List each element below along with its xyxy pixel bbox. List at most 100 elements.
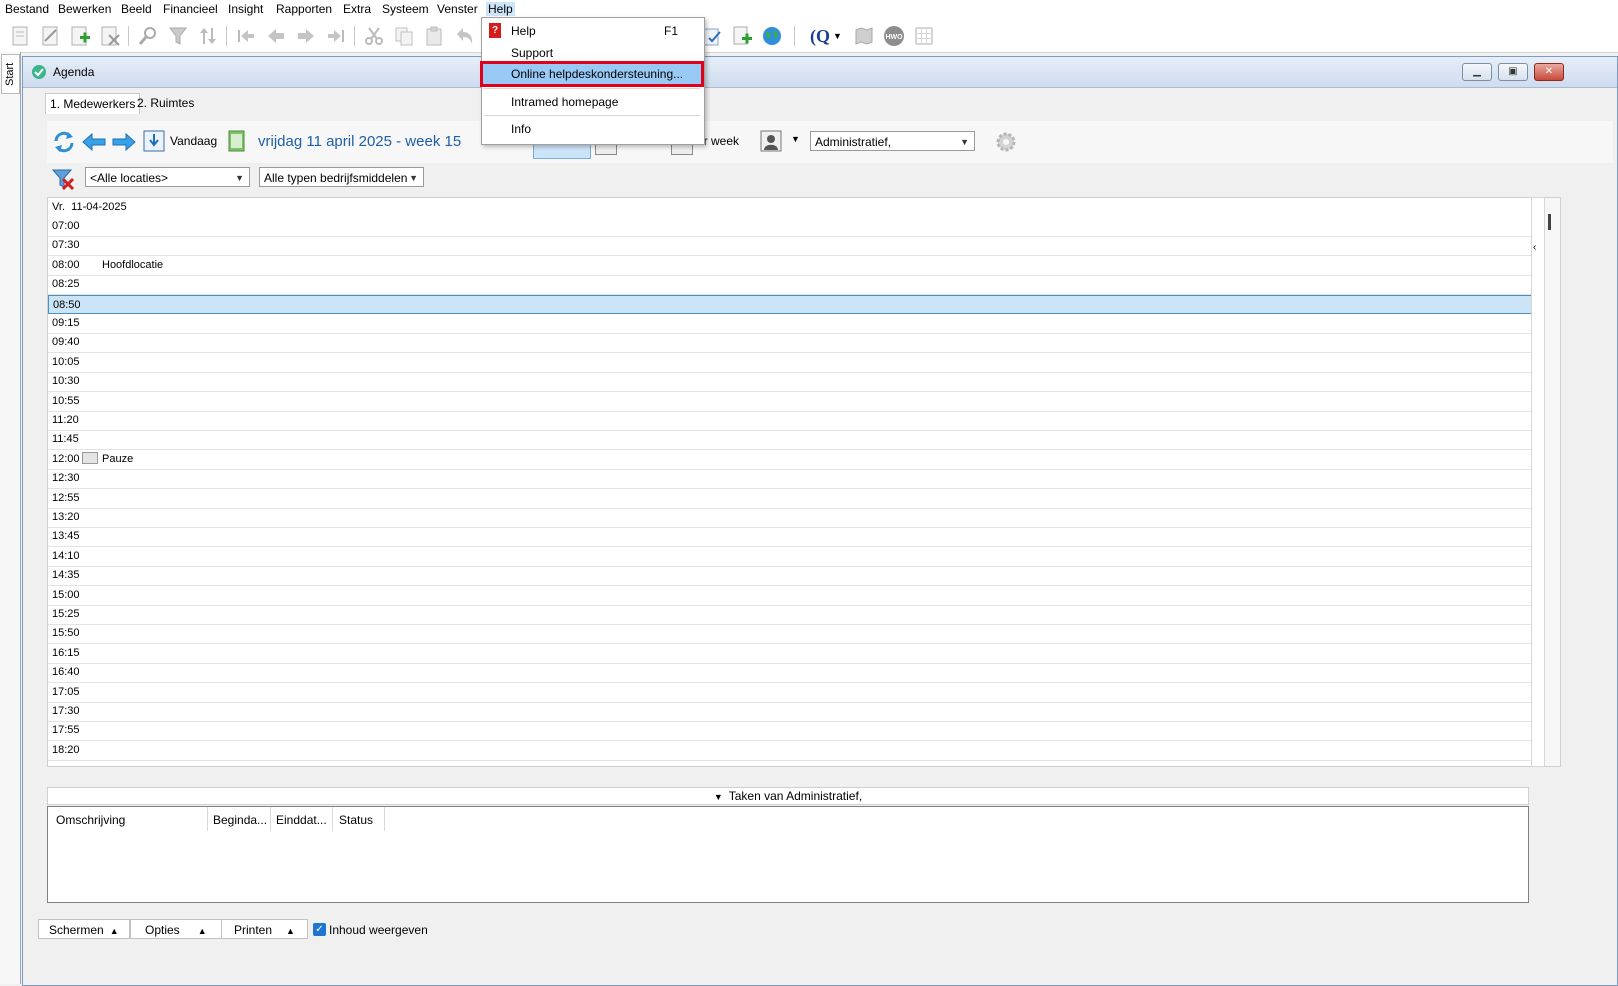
options-button[interactable]: Opties ▲ bbox=[130, 919, 222, 939]
time-slot[interactable]: 10:30 bbox=[48, 372, 1534, 393]
time-slot[interactable]: 14:35 bbox=[48, 566, 1534, 587]
collapse-panel-icon[interactable]: ‹ bbox=[1531, 197, 1545, 767]
grid-icon[interactable] bbox=[912, 24, 936, 48]
time-slot[interactable]: 07:30 bbox=[48, 236, 1534, 257]
show-content-label[interactable]: Inhoud weergeven bbox=[329, 923, 428, 937]
time-slot[interactable]: 16:40 bbox=[48, 663, 1534, 684]
print-button[interactable]: Printen ▲ bbox=[221, 919, 308, 939]
time-slot[interactable]: 09:15 bbox=[48, 314, 1534, 334]
time-slot[interactable]: 17:05 bbox=[48, 683, 1534, 703]
menu-bestand[interactable]: Bestand bbox=[3, 2, 51, 16]
agenda-grid[interactable]: Vr. 11-04-2025 07:00 07:30 08:00 Hoofdlocat… bbox=[47, 197, 1561, 767]
chevron-down-icon: ▼ bbox=[960, 137, 969, 147]
time-slot[interactable]: 11:20 bbox=[48, 411, 1534, 431]
column-header-begindatum[interactable]: Beginda... bbox=[213, 813, 267, 827]
menu-insight[interactable]: Insight bbox=[226, 2, 265, 16]
time-slot[interactable]: 10:55 bbox=[48, 392, 1534, 412]
minimize-button[interactable]: ▁ bbox=[1462, 63, 1492, 81]
time-slot[interactable]: 08:00 Hoofdlocatie bbox=[48, 256, 1534, 276]
slot-time: 14:10 bbox=[52, 549, 80, 562]
tasks-panel-header[interactable]: ▼ Taken van Administratief, bbox=[47, 787, 1529, 805]
time-slot[interactable]: 12:55 bbox=[48, 489, 1534, 509]
time-slot[interactable]: 12:00 Pauze bbox=[48, 450, 1534, 470]
time-slot[interactable]: 09:40 bbox=[48, 333, 1534, 354]
time-slot[interactable]: 13:45 bbox=[48, 527, 1534, 548]
column-header-status[interactable]: Status bbox=[339, 813, 373, 827]
staff-select[interactable]: Administratief, ▼ bbox=[810, 131, 975, 151]
menu-item-help[interactable]: ? Help F1 bbox=[482, 20, 702, 42]
menu-bewerken[interactable]: Bewerken bbox=[56, 2, 113, 16]
tab-medewerkers[interactable]: 1. Medewerkers bbox=[45, 93, 141, 114]
calendar-icon[interactable] bbox=[227, 129, 247, 156]
menu-financieel[interactable]: Financieel bbox=[161, 2, 220, 16]
time-slot[interactable]: 16:15 bbox=[48, 644, 1534, 664]
globe-icon[interactable] bbox=[760, 24, 784, 48]
time-slot[interactable]: 08:50 bbox=[48, 294, 1534, 314]
map-icon[interactable] bbox=[852, 24, 876, 48]
agenda-titlebar[interactable]: Agenda ▁ ▣ ✕ bbox=[23, 57, 1617, 88]
settings-gear-icon[interactable] bbox=[995, 131, 1017, 156]
previous-record-icon[interactable] bbox=[264, 24, 288, 48]
time-slot[interactable]: 11:45 bbox=[48, 430, 1534, 451]
time-slot[interactable]: 17:55 bbox=[48, 721, 1534, 742]
delete-record-icon[interactable] bbox=[98, 24, 122, 48]
tab-ruimtes[interactable]: 2. Ruimtes bbox=[133, 93, 198, 113]
menu-beeld[interactable]: Beeld bbox=[119, 2, 154, 16]
location-select[interactable]: <Alle locaties> ▼ bbox=[85, 167, 250, 187]
first-record-icon[interactable] bbox=[234, 24, 258, 48]
menu-item-online-helpdesk[interactable]: Online helpdeskondersteuning... bbox=[480, 61, 704, 87]
menu-help[interactable]: Help bbox=[486, 2, 515, 16]
cq-dropdown-icon[interactable]: (Q ▼ bbox=[806, 24, 846, 48]
tasks-table[interactable]: Omschrijving Beginda... Einddat... Statu… bbox=[47, 806, 1529, 903]
paste-icon[interactable] bbox=[422, 24, 446, 48]
time-slot[interactable]: 13:20 bbox=[48, 508, 1534, 528]
time-slot[interactable]: 15:25 bbox=[48, 605, 1534, 625]
menu-extra[interactable]: Extra bbox=[341, 2, 373, 16]
search-icon[interactable] bbox=[136, 24, 160, 48]
person-icon[interactable] bbox=[759, 129, 783, 156]
add-record-icon[interactable] bbox=[68, 24, 92, 48]
new-document-icon[interactable] bbox=[8, 24, 32, 48]
toolbar: (Q ▼ HWO bbox=[0, 20, 1618, 53]
next-day-icon[interactable] bbox=[111, 131, 137, 156]
time-slot[interactable]: 18:20 bbox=[48, 741, 1534, 761]
resource-type-select[interactable]: Alle typen bedrijfsmiddelen ▼ bbox=[259, 167, 424, 187]
menu-rapporten[interactable]: Rapporten bbox=[274, 2, 334, 16]
clear-filter-icon[interactable] bbox=[51, 167, 75, 194]
restore-button[interactable]: ▣ bbox=[1498, 63, 1528, 81]
time-slot[interactable]: 12:30 bbox=[48, 469, 1534, 490]
cut-icon[interactable] bbox=[362, 24, 386, 48]
copy-icon[interactable] bbox=[392, 24, 416, 48]
show-content-checkbox[interactable]: ✓ bbox=[313, 923, 326, 936]
time-slot[interactable]: 10:05 bbox=[48, 353, 1534, 373]
time-slot[interactable]: 07:00 bbox=[48, 217, 1534, 237]
undo-icon[interactable] bbox=[452, 24, 476, 48]
menu-item-support[interactable]: Support bbox=[482, 42, 702, 64]
next-record-icon[interactable] bbox=[294, 24, 318, 48]
sort-icon[interactable] bbox=[196, 24, 220, 48]
menu-venster[interactable]: Venster bbox=[435, 2, 480, 16]
menu-systeem[interactable]: Systeem bbox=[380, 2, 431, 16]
menu-item-info[interactable]: Info bbox=[482, 118, 702, 140]
hwo-icon[interactable]: HWO bbox=[882, 24, 906, 48]
time-slot[interactable]: 15:00 bbox=[48, 586, 1534, 606]
column-header-omschrijving[interactable]: Omschrijving bbox=[56, 813, 125, 827]
add-document-icon[interactable] bbox=[730, 24, 754, 48]
time-slot[interactable]: 15:50 bbox=[48, 624, 1534, 645]
filter-icon[interactable] bbox=[166, 24, 190, 48]
time-slot[interactable]: 17:30 bbox=[48, 702, 1534, 722]
menu-item-intramed-homepage[interactable]: Intramed homepage bbox=[482, 91, 702, 113]
refresh-icon[interactable] bbox=[51, 129, 77, 158]
edit-document-icon[interactable] bbox=[38, 24, 62, 48]
start-tab[interactable]: Start bbox=[1, 54, 20, 94]
screens-button[interactable]: Schermen ▲ bbox=[38, 919, 130, 939]
close-button[interactable]: ✕ bbox=[1534, 63, 1564, 81]
column-header-einddatum[interactable]: Einddat... bbox=[276, 813, 327, 827]
scrollbar-thumb[interactable] bbox=[1548, 214, 1551, 230]
time-slot[interactable]: 14:10 bbox=[48, 547, 1534, 567]
last-record-icon[interactable] bbox=[324, 24, 348, 48]
time-slot[interactable]: 08:25 bbox=[48, 275, 1534, 296]
person-dropdown-icon[interactable]: ▼ bbox=[791, 134, 800, 144]
previous-day-icon[interactable] bbox=[81, 131, 107, 156]
svg-text:HWO: HWO bbox=[885, 34, 903, 41]
